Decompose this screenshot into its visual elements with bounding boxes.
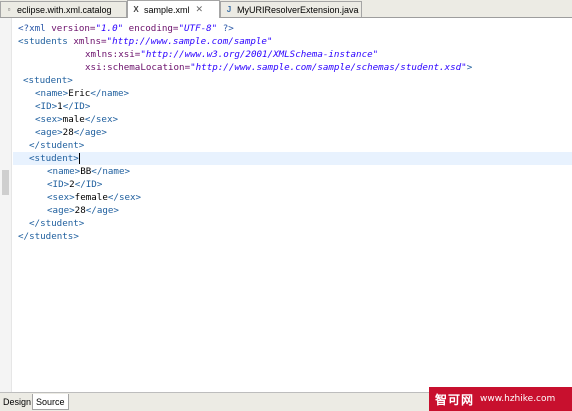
editor-tab-bar: ▫ eclipse.with.xml.catalog X sample.xml … bbox=[0, 0, 572, 18]
watermark-brand: 智可网 bbox=[435, 392, 475, 407]
file-icon: ▫ bbox=[7, 5, 11, 14]
xml-declaration-line: <?xml version="1.0" encoding="UTF-8" ?> bbox=[18, 23, 234, 34]
tab-source[interactable]: Source bbox=[32, 394, 69, 410]
sex-line: <sex>male</sex> bbox=[35, 114, 119, 125]
watermark-url: www.hzhike.com bbox=[480, 394, 556, 404]
current-line-marker bbox=[2, 170, 9, 195]
tab-label: eclipse.with.xml.catalog bbox=[17, 4, 112, 15]
java-file-icon: J bbox=[226, 5, 232, 14]
students-close-line: </students> bbox=[18, 231, 79, 242]
schema-location-line: xsi:schemaLocation="http://www.sample.co… bbox=[85, 62, 473, 73]
xml-source-editor[interactable]: <?xml version="1.0" encoding="UTF-8" ?> … bbox=[13, 18, 572, 392]
id-line: <ID>1</ID> bbox=[35, 101, 91, 112]
xmlns-xsi-line: xmlns:xsi="http://www.w3.org/2001/XMLSch… bbox=[85, 49, 379, 60]
site-watermark: 智可网 www.hzhike.com bbox=[429, 387, 572, 411]
student-close-line: </student> bbox=[29, 218, 85, 229]
name-line: <name>Eric</name> bbox=[35, 88, 130, 99]
editor-gutter bbox=[0, 18, 12, 392]
tab-design[interactable]: Design bbox=[0, 394, 34, 410]
student-open-line: <student> bbox=[23, 75, 73, 86]
tab-label: MyURIResolverExtension.java bbox=[237, 4, 359, 15]
tab-sample-xml[interactable]: X sample.xml ✕ bbox=[127, 0, 220, 18]
text-caret bbox=[78, 153, 80, 164]
students-open-line: <students xmlns="http://www.sample.com/s… bbox=[18, 36, 273, 47]
student-close-line: </student> bbox=[29, 140, 85, 151]
id-line: <ID>2</ID> bbox=[47, 179, 103, 190]
age-line: <age>28</age> bbox=[35, 127, 107, 138]
name-line: <name>BB</name> bbox=[47, 166, 131, 177]
current-line-highlight: <student> bbox=[13, 152, 572, 165]
tab-eclipse-with-xml-catalog[interactable]: ▫ eclipse.with.xml.catalog bbox=[0, 1, 127, 17]
student-open-tag: <student> bbox=[29, 153, 79, 164]
tab-myuriresolverextension-java[interactable]: J MyURIResolverExtension.java bbox=[220, 1, 362, 17]
sex-line: <sex>female</sex> bbox=[47, 192, 142, 203]
tab-label: sample.xml bbox=[144, 4, 190, 15]
age-line: <age>28</age> bbox=[47, 205, 119, 216]
close-icon[interactable]: ✕ bbox=[196, 4, 204, 15]
xml-file-icon: X bbox=[133, 5, 139, 14]
